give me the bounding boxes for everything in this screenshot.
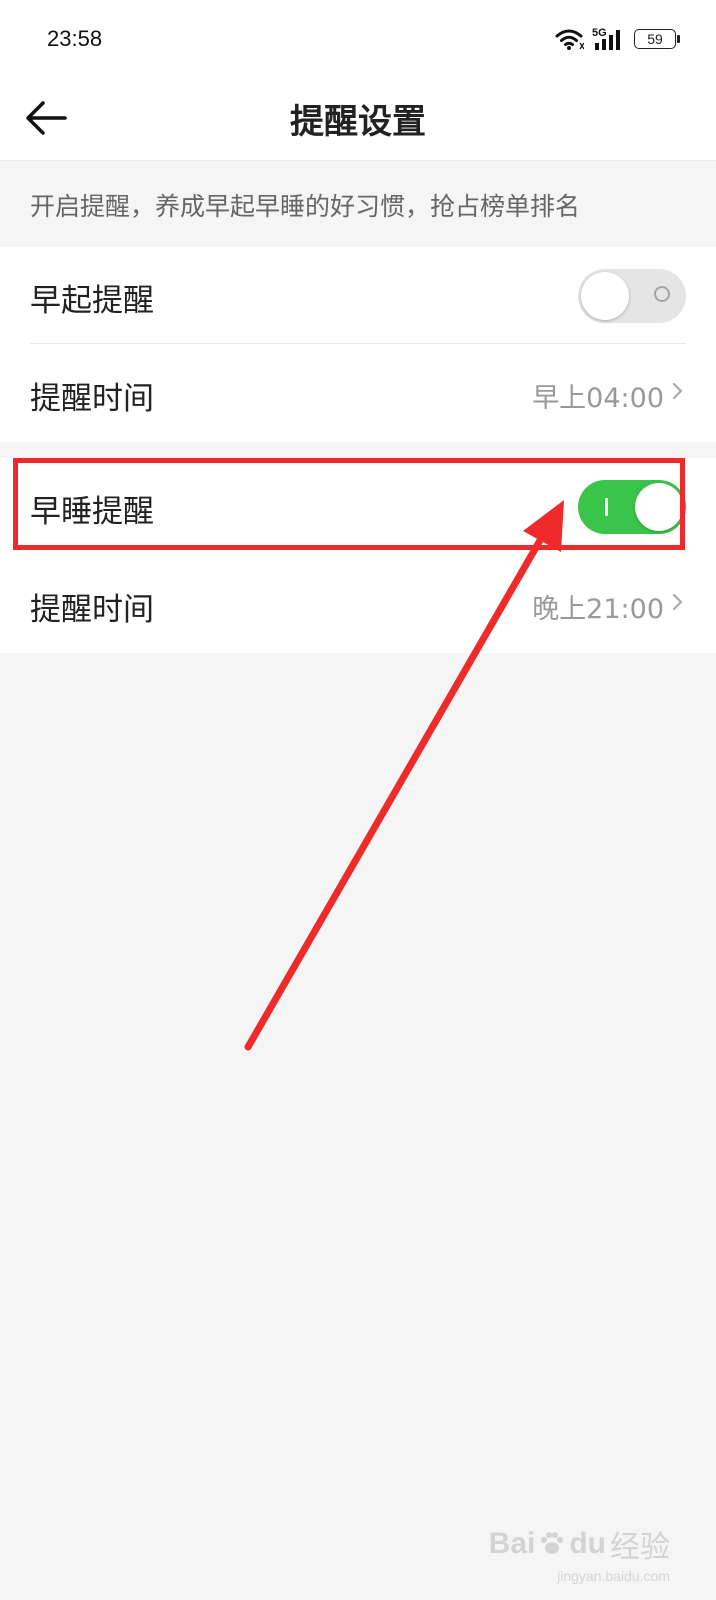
watermark-brand-suffix: du: [569, 1527, 606, 1560]
sleep-reminder-toggle[interactable]: [578, 480, 686, 534]
hint-text: 开启提醒，养成早起早睡的好习惯，抢占榜单排名: [30, 192, 581, 221]
switch-knob: [635, 483, 683, 531]
divider: [30, 343, 686, 344]
wake-reminder-card: 早起提醒 提醒时间 早上04:00: [0, 247, 716, 442]
wifi-icon: [555, 29, 584, 50]
status-bar: 23:58 5G 59: [0, 0, 716, 80]
wake-reminder-toggle[interactable]: [578, 269, 686, 323]
wake-reminder-row: 早起提醒: [0, 247, 716, 344]
paw-icon: [541, 1532, 564, 1554]
sleep-time-label: 提醒时间: [30, 592, 154, 628]
wake-time-label: 提醒时间: [30, 381, 154, 417]
page-title: 提醒设置: [290, 102, 426, 142]
chevron-right-icon: [672, 593, 683, 611]
watermark-brand: Bai: [488, 1527, 536, 1560]
sleep-time-row[interactable]: 提醒时间 晚上21:00: [0, 556, 716, 653]
status-icons: 5G 59: [554, 24, 680, 54]
chevron-right-icon: [672, 382, 683, 400]
watermark-name: 经验: [610, 1531, 670, 1564]
wake-reminder-label: 早起提醒: [30, 283, 154, 319]
sleep-reminder-row: 早睡提醒: [0, 458, 716, 555]
baidu-watermark: Bai du 经验: [489, 1522, 670, 1566]
hint-banner: 开启提醒，养成早起早睡的好习惯，抢占榜单排名: [0, 161, 716, 247]
battery-level: 59: [647, 31, 663, 47]
sleep-reminder-card: 早睡提醒 提醒时间 晚上21:00: [0, 458, 716, 653]
5g-signal-icon: 5G: [592, 27, 620, 50]
switch-on-mark: [605, 498, 608, 516]
network-label: 5G: [592, 27, 607, 39]
switch-knob: [581, 272, 629, 320]
wake-time-value: 早上04:00: [532, 383, 664, 414]
watermark-url: jingyan.baidu.com: [557, 1568, 670, 1584]
sleep-time-value: 晚上21:00: [532, 594, 664, 625]
switch-off-mark: [654, 286, 670, 302]
nav-bar: 提醒设置: [0, 80, 716, 161]
sleep-reminder-label: 早睡提醒: [30, 494, 154, 530]
wake-time-row[interactable]: 提醒时间 早上04:00: [0, 345, 716, 442]
status-time: 23:58: [47, 26, 103, 51]
battery-icon: 59: [634, 29, 680, 49]
